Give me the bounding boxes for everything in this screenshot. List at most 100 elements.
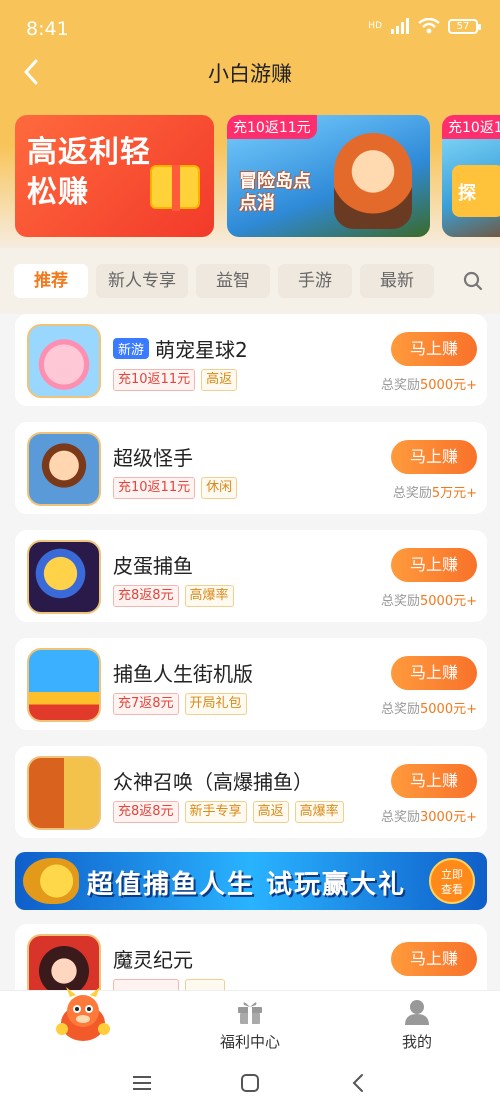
game-name: 魔灵纪元 [113, 948, 193, 972]
feature-tag: 高返 [201, 369, 238, 391]
total-reward: 总奖励5000元+ [381, 698, 477, 717]
game-title-text: 萌宠星球2 [155, 338, 248, 362]
dragon-mascot-icon[interactable] [50, 985, 116, 1047]
banner-text: 高返利轻松赚 [27, 135, 151, 210]
pig-icon [27, 324, 101, 398]
game-tags: 充8返8元 新手专享 高返 高爆率 [113, 801, 344, 823]
game-tags [113, 979, 225, 990]
game-name: 新游 萌宠星球2 [113, 334, 248, 363]
reward-label: 总奖励 [381, 702, 421, 717]
game-tags: 充7返8元 开局礼包 [113, 693, 247, 715]
reward-amount: 5万元+ [431, 486, 477, 501]
monkey-king-icon [27, 756, 101, 830]
recent-apps-button[interactable] [127, 1068, 157, 1098]
rebate-tag: 充8返8元 [113, 585, 179, 607]
feature-tag [185, 979, 225, 990]
battery-icon: 57 [448, 18, 481, 34]
bottom-navigation: 福利中心 我的 [0, 987, 500, 1056]
game-card[interactable]: 新游 萌宠星球2 充10返11元 高返 马上赚 总奖励5000元+ [15, 314, 487, 406]
chevron-left-icon [352, 1074, 363, 1092]
status-icons: HD 57 [368, 18, 481, 34]
earn-now-button[interactable]: 马上赚 [391, 440, 477, 474]
game-tags: 充8返8元 高爆率 [113, 585, 234, 607]
game-card[interactable]: 超级怪手 充10返11元 休闲 马上赚 总奖励5万元+ [15, 422, 487, 514]
game-card[interactable]: 捕鱼人生街机版 充7返8元 开局礼包 马上赚 总奖励5000元+ [15, 638, 487, 730]
nav-mine[interactable]: 我的 [367, 999, 467, 1052]
promo-banner-game[interactable]: 充10返11元 冒险岛点点消 [227, 115, 430, 237]
game-name: 超级怪手 [113, 446, 193, 470]
nav-label: 福利中心 [219, 1033, 280, 1051]
promo-banner-rebate[interactable]: 高返利轻松赚 [15, 115, 214, 237]
feature-tag: 高爆率 [184, 585, 234, 607]
fish-arcade-icon [27, 648, 101, 722]
rebate-tag: 充8返8元 [113, 801, 179, 823]
tab-puzzle[interactable]: 益智 [196, 264, 270, 298]
demon-hero-icon [27, 934, 101, 990]
app-header: 8:41 HD 57 小白游赚 [0, 0, 500, 100]
status-bar: 8:41 HD 57 [0, 0, 500, 56]
system-back-button[interactable] [343, 1068, 373, 1098]
gift-icon [238, 1002, 262, 1024]
system-navigation-bar [0, 1056, 500, 1111]
category-tabs: 推荐 新人专享 益智 手游 最新 [0, 248, 500, 314]
total-reward: 总奖励5000元+ [381, 374, 477, 393]
nav-label: 我的 [401, 1033, 432, 1051]
pirate-girl-icon [27, 432, 101, 506]
tab-latest[interactable]: 最新 [360, 264, 434, 298]
reward-amount: 5000元+ [420, 702, 477, 717]
status-time: 8:41 [26, 18, 69, 40]
feature-tag: 开局礼包 [184, 693, 247, 715]
game-card[interactable]: 魔灵纪元 马上赚 [15, 924, 487, 990]
game-name: 捕鱼人生街机版 [113, 662, 253, 686]
rebate-tag: 充10返11元 [113, 477, 196, 499]
game-tags: 充10返11元 休闲 [113, 477, 238, 499]
hd-label: HD [368, 21, 382, 31]
feature-tag: 高爆率 [294, 801, 344, 823]
promo-banner-game-2[interactable]: 充10返1 探 [442, 115, 500, 237]
earn-now-button[interactable]: 马上赚 [391, 656, 477, 690]
feature-tag: 休闲 [201, 477, 238, 499]
search-button[interactable] [458, 266, 488, 296]
square-icon [241, 1074, 259, 1092]
rebate-tag: 充10返1 [442, 115, 500, 139]
reward-amount: 5000元+ [420, 378, 477, 393]
search-icon [463, 271, 483, 291]
gift-box-icon [150, 165, 200, 211]
game-name: 众神召唤（高爆捕鱼） [113, 770, 313, 794]
rebate-tag: 充10返11元 [113, 369, 196, 391]
game-card[interactable]: 众神召唤（高爆捕鱼） 充8返8元 新手专享 高返 高爆率 马上赚 总奖励3000… [15, 746, 487, 838]
tab-newcomer[interactable]: 新人专享 [96, 264, 188, 298]
reward-label: 总奖励 [381, 378, 421, 393]
game-tags: 充10返11元 高返 [113, 369, 238, 391]
game-name: 皮蛋捕鱼 [113, 554, 193, 578]
earn-now-button[interactable]: 马上赚 [391, 942, 477, 976]
reward-amount: 5000元+ [420, 594, 477, 609]
total-reward: 总奖励3000元+ [381, 806, 477, 825]
game-art-title: 冒险岛点点消 [239, 171, 311, 214]
banner-carousel: 高返利轻松赚 充10返11元 冒险岛点点消 充10返1 探 [0, 100, 500, 248]
game-art-image: 探 [452, 165, 500, 217]
rebate-tag: 充7返8元 [113, 693, 179, 715]
ad-text: 超值捕鱼人生 试玩赢大礼 [87, 870, 407, 900]
tab-recommend[interactable]: 推荐 [14, 264, 88, 298]
tab-mobile-games[interactable]: 手游 [278, 264, 352, 298]
signal-icon [391, 18, 409, 34]
earn-now-button[interactable]: 马上赚 [391, 548, 477, 582]
rebate-tag: 充10返11元 [227, 115, 317, 139]
earn-now-button[interactable]: 马上赚 [391, 764, 477, 798]
dragon-mascot-icon [56, 987, 110, 1041]
earn-now-button[interactable]: 马上赚 [391, 332, 477, 366]
nav-welfare-center[interactable]: 福利中心 [200, 999, 300, 1052]
game-card[interactable]: 皮蛋捕鱼 充8返8元 高爆率 马上赚 总奖励5000元+ [15, 530, 487, 622]
view-now-button[interactable]: 立即查看 [429, 858, 475, 904]
new-game-badge: 新游 [113, 338, 150, 359]
page-title: 小白游赚 [208, 62, 292, 86]
home-button[interactable] [235, 1068, 265, 1098]
menu-icon [133, 1076, 151, 1090]
game-list: 新游 萌宠星球2 充10返11元 高返 马上赚 总奖励5000元+ 超级怪手 充1… [0, 314, 500, 990]
reward-label: 总奖励 [381, 594, 421, 609]
reward-amount: 3000元+ [420, 810, 477, 825]
reward-label: 总奖励 [381, 810, 421, 825]
fishing-ad-banner[interactable]: 超值捕鱼人生 试玩赢大礼 立即查看 [15, 852, 487, 910]
cannon-pig-icon [27, 540, 101, 614]
